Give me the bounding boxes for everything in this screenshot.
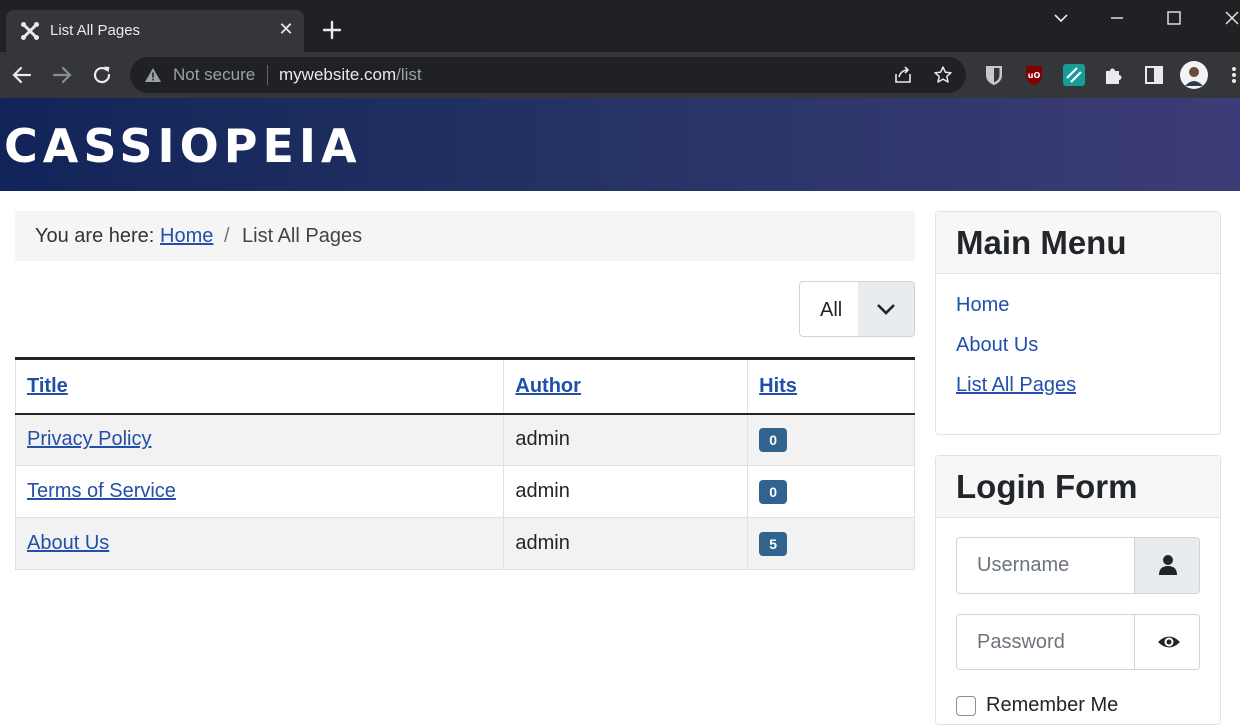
cell-hits: 5 <box>747 517 915 570</box>
forward-arrow-icon[interactable] <box>50 63 74 87</box>
breadcrumb-current: List All Pages <box>242 225 363 247</box>
breadcrumb: You are here: Home / List All Pages <box>15 211 915 261</box>
url-path: /list <box>396 65 422 84</box>
hits-badge: 5 <box>759 531 788 556</box>
side-panel-icon[interactable] <box>1142 63 1166 87</box>
filter-selected-value: All <box>820 299 843 321</box>
menu-item: List All Pages <box>956 374 1200 414</box>
cell-hits: 0 <box>747 465 915 518</box>
filter-dropdown-toggle[interactable] <box>858 282 914 336</box>
username-input-group <box>956 537 1200 594</box>
cell-author: admin <box>503 517 749 570</box>
bookmark-star-icon[interactable] <box>933 65 953 85</box>
password-input-group <box>956 614 1200 670</box>
table-row: Terms of Service admin 0 <box>14 465 915 518</box>
cell-hits: 0 <box>747 413 915 466</box>
chevron-down-icon <box>877 304 895 315</box>
bitwarden-shield-icon[interactable] <box>982 63 1006 87</box>
joomla-favicon-icon <box>21 22 39 40</box>
breadcrumb-home-link[interactable]: Home <box>160 225 213 248</box>
browser-menu-dots-icon[interactable] <box>1228 63 1240 87</box>
page-title-link[interactable]: Privacy Policy <box>27 428 151 450</box>
menu-link-about-us[interactable]: About Us <box>956 334 1038 356</box>
browser-tab-bar: List All Pages ✕ <box>0 0 1240 52</box>
ublock-origin-icon[interactable]: uO <box>1022 63 1046 87</box>
page-title-link[interactable]: Terms of Service <box>27 480 176 502</box>
sort-by-hits-link[interactable]: Hits <box>759 375 797 397</box>
maximize-icon[interactable] <box>1164 8 1184 28</box>
sort-by-title-link[interactable]: Title <box>27 375 68 397</box>
table-row: About Us admin 5 <box>14 517 915 570</box>
browser-tab[interactable]: List All Pages ✕ <box>6 10 304 52</box>
main-menu-title: Main Menu <box>936 212 1220 274</box>
site-header: CASSIOPEIA <box>0 98 1240 191</box>
breadcrumb-prefix: You are here: <box>35 225 155 247</box>
svg-text:uO: uO <box>1028 71 1041 80</box>
cell-author: admin <box>503 413 749 466</box>
address-bar[interactable]: Not secure mywebsite.com/list <box>130 57 966 93</box>
table-header-row: Title Author Hits <box>14 357 915 415</box>
site-brand-logo[interactable]: CASSIOPEIA <box>4 118 362 174</box>
back-arrow-icon[interactable] <box>10 63 34 87</box>
hits-badge: 0 <box>759 427 788 452</box>
url-host: mywebsite.com <box>279 65 397 84</box>
minimize-icon[interactable] <box>1107 8 1127 28</box>
show-password-button[interactable] <box>1134 615 1199 669</box>
table-row: Privacy Policy admin 0 <box>14 413 915 466</box>
menu-link-home[interactable]: Home <box>956 294 1009 316</box>
pages-table: Title Author Hits Privacy Policy admin 0… <box>14 357 915 570</box>
reload-icon[interactable] <box>90 63 114 87</box>
cell-title: Terms of Service <box>14 465 505 518</box>
main-menu-module: Main Menu Home About Us List All Pages <box>935 211 1221 435</box>
page-title-link[interactable]: About Us <box>27 532 109 554</box>
password-input[interactable] <box>957 615 1134 669</box>
eye-icon <box>1158 636 1180 648</box>
user-icon <box>1159 555 1177 575</box>
login-form-title: Login Form <box>936 456 1220 518</box>
menu-link-list-all-pages[interactable]: List All Pages <box>956 374 1076 396</box>
security-status-label[interactable]: Not secure <box>173 65 255 85</box>
close-tab-icon[interactable]: ✕ <box>276 19 296 39</box>
menu-item: Home <box>956 294 1200 334</box>
warning-triangle-icon <box>145 68 161 82</box>
remember-me-label[interactable]: Remember Me <box>986 694 1118 717</box>
new-tab-plus-icon[interactable] <box>318 16 346 44</box>
column-header-author: Author <box>503 357 749 415</box>
url-text[interactable]: mywebsite.com/list <box>279 65 422 85</box>
close-window-icon[interactable] <box>1222 8 1240 28</box>
address-separator <box>267 65 268 85</box>
list-filter-select[interactable]: All <box>799 281 915 337</box>
username-input[interactable] <box>957 538 1134 593</box>
username-addon <box>1134 538 1199 593</box>
breadcrumb-separator: / <box>224 225 230 247</box>
login-form-module: Login Form Remember Me <box>935 455 1221 725</box>
browser-toolbar: Not secure mywebsite.com/list uO <box>0 52 1240 98</box>
remember-me-checkbox[interactable] <box>956 696 976 716</box>
share-icon[interactable] <box>893 65 913 85</box>
extensions-puzzle-icon[interactable] <box>1102 63 1126 87</box>
cell-author: admin <box>503 465 749 518</box>
column-header-hits: Hits <box>747 357 915 415</box>
tab-title: List All Pages <box>50 22 141 39</box>
cell-title: Privacy Policy <box>14 413 505 466</box>
menu-item: About Us <box>956 334 1200 374</box>
stack-extension-icon[interactable] <box>1062 63 1086 87</box>
hits-badge: 0 <box>759 479 788 504</box>
sort-by-author-link[interactable]: Author <box>515 375 581 397</box>
tab-search-chevron-icon[interactable] <box>1051 8 1071 28</box>
cell-title: About Us <box>14 517 505 570</box>
main-menu-list: Home About Us List All Pages <box>936 274 1220 414</box>
profile-avatar-icon[interactable] <box>1180 61 1208 89</box>
column-header-title: Title <box>14 357 505 415</box>
